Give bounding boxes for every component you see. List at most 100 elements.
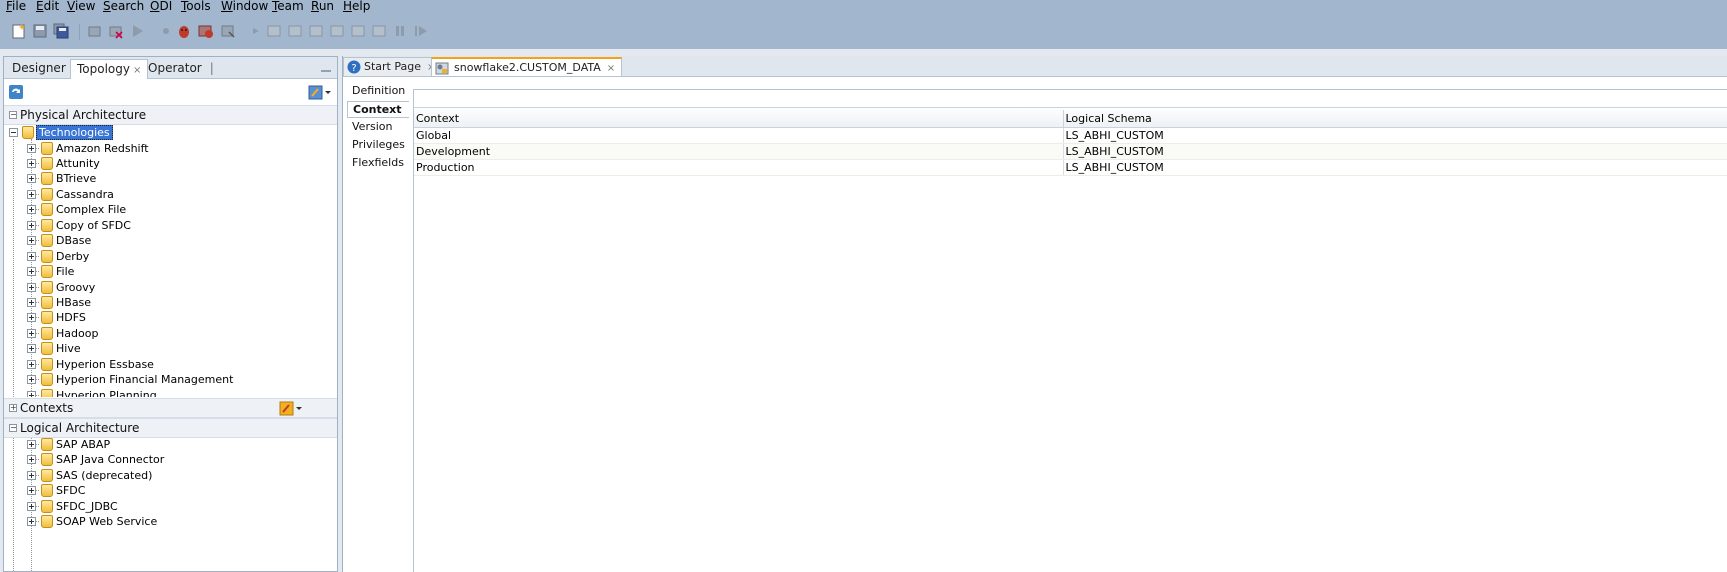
table-row[interactable]: Production LS_ABHI_CUSTOM [414,159,1727,176]
tab-snowflake-custom-data[interactable]: snowflake2.CUSTOM_DATA × [431,57,623,76]
column-header-logical-schema[interactable]: Logical Schema [1063,110,1727,128]
minimize-icon[interactable] [321,62,331,72]
column-header-context[interactable]: Context [414,110,1064,128]
expand-icon[interactable] [27,470,36,480]
tree-node[interactable]: Derby [4,249,322,264]
menu-run[interactable]: Run [311,0,334,13]
context-cell[interactable]: Global [414,127,1064,144]
undo-icon[interactable] [87,23,103,39]
context-cell[interactable]: Development [414,143,1064,160]
expand-icon[interactable] [27,282,36,292]
collapse-icon[interactable]: − [9,111,17,119]
tab-topology[interactable]: Topology × [70,59,149,80]
logical-schema-cell[interactable]: LS_ABHI_CUSTOM [1063,143,1727,160]
run-icon[interactable] [129,23,145,39]
expand-icon[interactable] [27,390,36,397]
close-icon[interactable]: × [607,63,615,74]
tree-node[interactable]: Hyperion Essbase [4,357,322,372]
connect-menu-icon[interactable] [308,84,332,100]
tree-node[interactable]: Amazon Redshift [4,141,322,156]
tab-operator[interactable]: Operator | [142,59,220,78]
expand-icon[interactable] [27,158,36,168]
context-cell[interactable]: Production [414,159,1064,176]
expand-icon[interactable] [27,174,36,184]
pause-icon[interactable] [392,23,408,39]
tree-node[interactable]: DBase [4,233,322,248]
tree-node[interactable]: Hadoop [4,326,322,341]
refresh-icon[interactable] [8,84,24,100]
delete-icon[interactable] [108,23,124,39]
debug-icon[interactable] [176,23,192,39]
tree-node[interactable]: HBase [4,295,322,310]
tree-node[interactable]: SFDC [4,483,322,498]
expand-icon[interactable] [27,251,36,261]
step-into-icon[interactable] [266,23,282,39]
expand-icon[interactable] [27,440,36,449]
table-row[interactable]: Global LS_ABHI_CUSTOM [414,127,1727,144]
tree-node[interactable]: Complex File [4,202,322,217]
menu-odi[interactable]: ODI [150,0,172,13]
tree-node[interactable]: Hyperion Financial Management [4,372,322,387]
side-tab-privileges[interactable]: Privileges [347,137,407,154]
tree-node[interactable]: SAP Java Connector [4,452,322,467]
tree-node[interactable]: File [4,264,322,279]
expand-icon[interactable]: + [9,404,17,412]
collapse-icon[interactable]: − [9,424,17,432]
menu-tools[interactable]: Tools [181,0,211,13]
side-tab-flexfields[interactable]: Flexfields [347,155,407,172]
expand-icon[interactable] [27,517,36,527]
save-all-icon[interactable] [53,23,69,39]
close-icon[interactable]: × [133,65,141,76]
tree-node[interactable]: HDFS [4,310,322,325]
save-icon[interactable] [32,23,48,39]
tree-node[interactable]: Attunity [4,156,322,171]
expand-icon[interactable] [27,486,36,496]
tab-start-page[interactable]: ? Start Page× [343,57,443,76]
step-over-icon[interactable] [287,23,303,39]
tree-node[interactable]: Hive [4,341,322,356]
side-tab-definition[interactable]: Definition [347,83,407,100]
new-icon[interactable] [11,23,27,39]
tree-node[interactable]: SFDC_JDBC [4,499,322,514]
table-row[interactable]: Development LS_ABHI_CUSTOM [414,143,1727,160]
menu-file[interactable]: File [6,0,26,13]
expand-icon[interactable] [27,189,36,199]
resume-icon[interactable] [413,23,429,39]
menu-view[interactable]: View [67,0,95,13]
tab-designer[interactable]: Designer [6,59,72,78]
remove-icon[interactable] [220,23,236,39]
expand-icon[interactable] [27,501,36,511]
tree-node-technologies[interactable]: Technologies [4,125,324,140]
step-end-icon[interactable] [371,23,387,39]
menu-help[interactable]: Help [343,0,370,13]
side-tab-version[interactable]: Version [347,119,407,136]
menu-window[interactable]: Window [221,0,268,13]
expand-icon[interactable] [27,375,36,385]
tree-node[interactable]: Copy of SFDC [4,218,322,233]
expand-icon[interactable] [27,143,36,153]
step-back-icon[interactable] [329,23,345,39]
expand-icon[interactable] [27,344,36,354]
menu-edit[interactable]: Edit [36,0,59,13]
expand-icon[interactable] [27,455,36,465]
tree-node[interactable]: Hyperion Planning [4,388,322,397]
step-back-alt-icon[interactable] [350,23,366,39]
contexts-header[interactable]: + Contexts [4,398,337,418]
tree-node[interactable]: SOAP Web Service [4,514,322,529]
physical-architecture-header[interactable]: − Physical Architecture [4,105,337,125]
side-tab-context[interactable]: Context [347,101,409,118]
dot-icon[interactable] [158,23,174,39]
step-icon[interactable] [249,23,265,39]
tree-node[interactable]: SAP ABAP [4,438,322,452]
tree-node[interactable]: Groovy [4,280,322,295]
debug-alt-icon[interactable] [198,23,214,39]
menu-search[interactable]: Search [103,0,144,13]
expand-icon[interactable] [27,205,36,215]
logical-schema-cell[interactable]: LS_ABHI_CUSTOM [1063,159,1727,176]
expand-icon[interactable] [27,267,36,277]
logical-schema-cell[interactable]: LS_ABHI_CUSTOM [1063,127,1727,144]
logical-architecture-header[interactable]: − Logical Architecture [4,418,337,438]
step-out-icon[interactable] [308,23,324,39]
expand-icon[interactable] [27,220,36,230]
tree-node[interactable]: Cassandra [4,187,322,202]
